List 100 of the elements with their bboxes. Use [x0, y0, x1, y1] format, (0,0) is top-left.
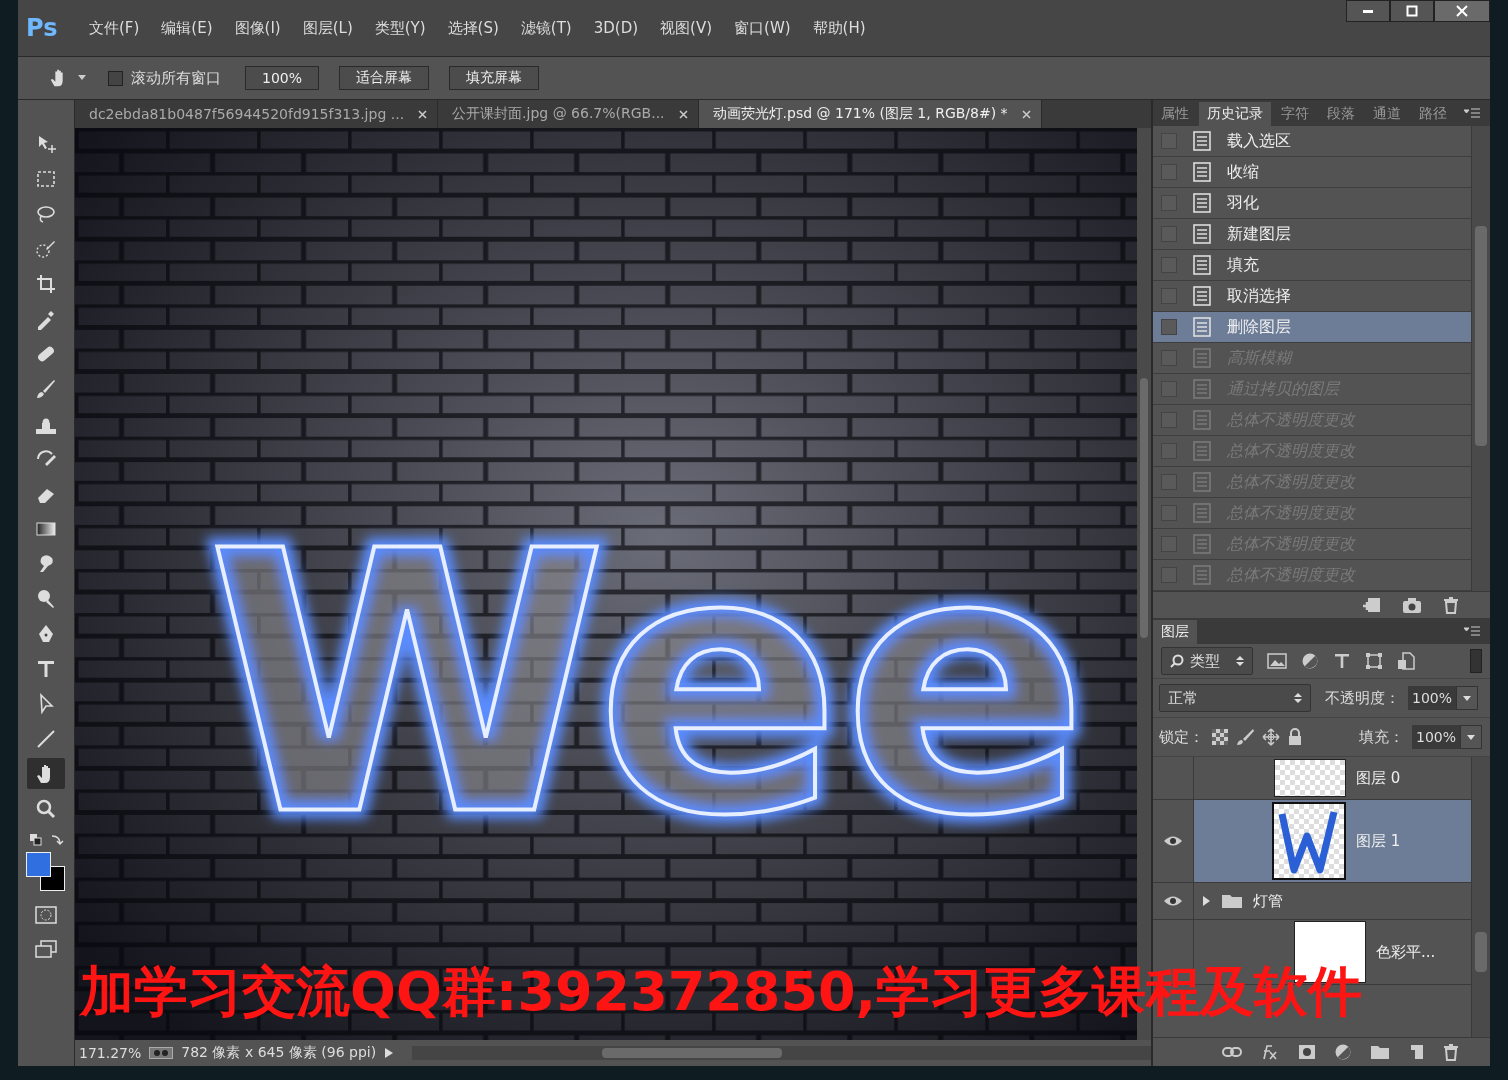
snapshot-checkbox[interactable]: [1161, 319, 1177, 335]
menu-item[interactable]: 帮助(H): [803, 18, 875, 38]
panel-tab[interactable]: 图层: [1153, 620, 1197, 644]
fill-field[interactable]: 100%: [1411, 725, 1460, 749]
checkbox-label: 滚动所有窗口: [131, 68, 221, 88]
layer-name: 色彩平...: [1376, 942, 1436, 962]
camera-icon[interactable]: [1402, 596, 1422, 614]
option-button[interactable]: 适合屏幕: [339, 66, 430, 90]
menu-item[interactable]: 滤镜(T): [511, 18, 581, 38]
maximize-button[interactable]: [1390, 0, 1434, 22]
new-document-icon[interactable]: [1362, 596, 1382, 614]
scrollbar-thumb[interactable]: [602, 1048, 783, 1058]
document-tab[interactable]: 动画荧光灯.psd @ 171% (图层 1, RGB/8#) *: [698, 100, 1042, 128]
close-icon[interactable]: [418, 109, 428, 119]
link-icon[interactable]: [1222, 1046, 1242, 1058]
document-icon: [1193, 286, 1211, 306]
mask-icon[interactable]: [1298, 1044, 1316, 1060]
layer-row[interactable]: 图层 0: [1153, 757, 1471, 800]
panel-tab[interactable]: 属性: [1153, 102, 1197, 126]
close-icon[interactable]: [1021, 109, 1031, 119]
half-circle-icon[interactable]: [1334, 1043, 1352, 1061]
maximize-icon: [1406, 5, 1418, 17]
new-layer-icon[interactable]: [1408, 1044, 1424, 1060]
layer-name: 图层 1: [1356, 831, 1401, 851]
document-icon: [1193, 379, 1211, 399]
blend-mode-dropdown[interactable]: 正常: [1159, 684, 1311, 712]
document-icon: [1193, 193, 1211, 213]
zoom-level: 171.27%: [79, 1045, 142, 1061]
lock-transparent-icon[interactable]: [1212, 729, 1228, 745]
menu-item[interactable]: 窗口(W): [725, 18, 800, 38]
document-icon: [1193, 503, 1211, 523]
panel-tab[interactable]: 段落: [1319, 102, 1363, 126]
play-icon[interactable]: [384, 1047, 395, 1059]
folder-icon[interactable]: [1370, 1044, 1390, 1060]
quick-mask-icon[interactable]: [35, 906, 57, 924]
close-button[interactable]: [1434, 0, 1490, 22]
document-icon: [1193, 410, 1211, 430]
panel-tab[interactable]: 历史记录: [1199, 102, 1271, 126]
menu-item[interactable]: 图层(L): [293, 18, 362, 38]
image-icon[interactable]: [1267, 652, 1287, 670]
menu-item[interactable]: 图像(I): [225, 18, 290, 38]
option-button[interactable]: 填充屏幕: [449, 66, 540, 90]
scrollbar-thumb[interactable]: [1475, 932, 1487, 972]
tool-button[interactable]: [27, 758, 65, 789]
fill-dropdown-button[interactable]: [1460, 725, 1482, 749]
trash-icon[interactable]: [1442, 1043, 1460, 1061]
move-arrows-icon[interactable]: [1262, 728, 1280, 746]
caret-icon: [1463, 695, 1472, 701]
minimize-icon: [1362, 9, 1374, 13]
minimize-button[interactable]: [1346, 0, 1390, 22]
search-icon: [1170, 654, 1184, 668]
history-item[interactable]: 载入选区: [1153, 126, 1471, 157]
checkbox[interactable]: [108, 70, 123, 86]
layer-filter-dropdown[interactable]: 类型: [1161, 647, 1253, 675]
document-icon: [1193, 348, 1211, 368]
color-swatches-icon[interactable]: [26, 852, 66, 892]
history-item[interactable]: 收缩: [1153, 157, 1471, 188]
scrollbar-thumb[interactable]: [1475, 226, 1487, 446]
document-icon: [1193, 162, 1211, 182]
option-button[interactable]: 100%: [245, 66, 320, 90]
menu-item[interactable]: 视图(V): [651, 18, 722, 38]
document-icon: [1193, 255, 1211, 275]
menu-item[interactable]: 类型(Y): [365, 18, 435, 38]
menu-item[interactable]: 文件(F): [80, 18, 149, 38]
close-icon[interactable]: [678, 109, 688, 119]
history-item[interactable]: 删除图层: [1153, 312, 1471, 343]
eye-icon[interactable]: [1163, 895, 1183, 907]
scrollbar-thumb[interactable]: [1140, 378, 1148, 638]
smart-object-icon[interactable]: [1397, 652, 1415, 670]
layer-row[interactable]: 灯管: [1153, 883, 1471, 920]
menu-item[interactable]: 3D(D): [584, 19, 648, 37]
opacity-field[interactable]: 100%: [1408, 686, 1457, 710]
opacity-dropdown-button[interactable]: [1456, 686, 1479, 710]
transform-icon[interactable]: [1365, 652, 1383, 670]
menu-item[interactable]: 编辑(E): [152, 18, 222, 38]
history-item[interactable]: 羽化: [1153, 188, 1471, 219]
effects-icon[interactable]: [1260, 1043, 1280, 1061]
trash-icon[interactable]: [1442, 596, 1460, 614]
menu-item[interactable]: 选择(S): [438, 18, 508, 38]
document-icon: [1193, 565, 1211, 585]
history-item[interactable]: 填充: [1153, 250, 1471, 281]
screen-mode-icon[interactable]: [35, 940, 57, 958]
panel-menu-icon[interactable]: [1464, 626, 1480, 636]
half-circle-icon[interactable]: [1301, 652, 1319, 670]
panel-tab[interactable]: 路径: [1411, 102, 1455, 126]
panel-tab[interactable]: 字符: [1273, 102, 1317, 126]
eye-icon[interactable]: [1163, 835, 1183, 847]
expand-arrow-icon[interactable]: [1202, 895, 1211, 907]
brush-icon[interactable]: [1236, 728, 1254, 746]
fill-label: 填充：: [1358, 727, 1404, 747]
document-icon: [1193, 317, 1211, 337]
caret-icon[interactable]: [78, 75, 86, 81]
panel-tab[interactable]: 通道: [1365, 102, 1409, 126]
layer-name: 图层 0: [1356, 768, 1401, 788]
history-item[interactable]: 新建图层: [1153, 219, 1471, 250]
text-icon[interactable]: [1333, 652, 1351, 670]
lock-label: 锁定：: [1159, 727, 1204, 747]
filter-toggle[interactable]: [1470, 649, 1482, 673]
lock-icon[interactable]: [1288, 728, 1302, 746]
panel-menu-icon[interactable]: [1464, 108, 1480, 118]
